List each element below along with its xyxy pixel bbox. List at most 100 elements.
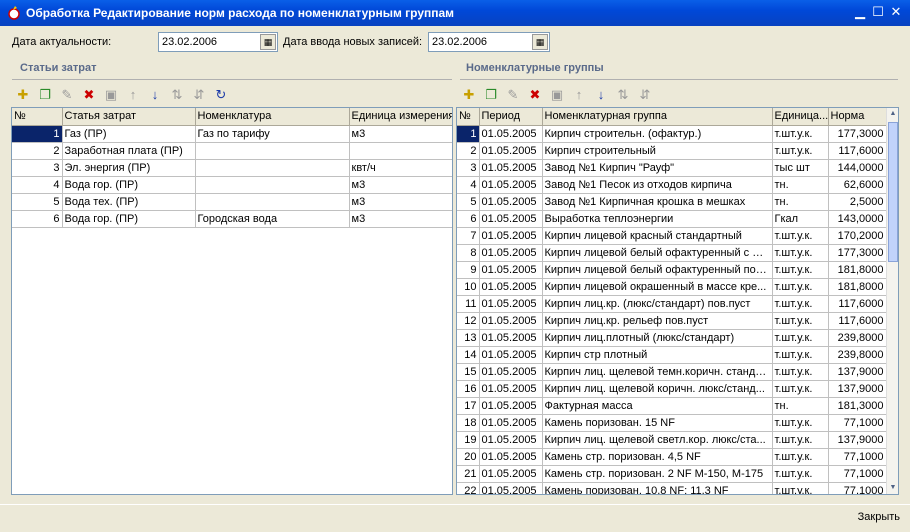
move-up-icon[interactable]: ↑ (124, 86, 142, 104)
table-cell[interactable]: т.шт.у.к. (772, 448, 829, 466)
table-cell[interactable]: 137,9000 (828, 431, 887, 449)
row-number[interactable]: 6 (457, 210, 480, 228)
table-cell[interactable]: 01.05.2005 (479, 193, 543, 211)
table-cell[interactable]: м3 (349, 193, 452, 211)
column-header[interactable]: № (12, 108, 63, 126)
table-row[interactable]: 10 01.05.2005 Кирпич лицевой окрашенный в … (457, 278, 887, 296)
table-row[interactable]: 12 01.05.2005 Кирпич лиц.кр. рельеф пов.пу… (457, 312, 887, 330)
table-row[interactable]: 7 01.05.2005 Кирпич лицевой красный станда… (457, 227, 887, 245)
table-cell[interactable]: Эл. энергия (ПР) (62, 159, 196, 177)
column-header[interactable]: № (457, 108, 480, 126)
nomenclature-groups-grid[interactable]: № Период Номенклатурная группа Единица... Но… (456, 107, 899, 495)
sort-desc-icon[interactable]: ⇵ (636, 86, 654, 104)
sort-asc-icon[interactable]: ⇅ (614, 86, 632, 104)
table-cell[interactable]: 137,9000 (828, 380, 887, 398)
table-cell[interactable]: Гкал (772, 210, 829, 228)
row-number[interactable]: 6 (12, 210, 63, 228)
table-cell[interactable]: 170,2000 (828, 227, 887, 245)
column-header[interactable]: Статья затрат (62, 108, 196, 126)
row-number[interactable]: 5 (457, 193, 480, 211)
table-cell[interactable]: квт/ч (349, 159, 452, 177)
row-number[interactable]: 4 (12, 176, 63, 194)
table-cell[interactable]: Кирпич лиц. щелевой коричн. люкс/станд..… (542, 380, 773, 398)
table-row[interactable]: 6 Вода гор. (ПР) Городская вода м3 (12, 210, 452, 228)
table-cell[interactable]: Газ (ПР) (62, 125, 196, 143)
table-row[interactable]: 6 01.05.2005 Выработка теплоэнергии Гкал 143… (457, 210, 887, 228)
table-cell[interactable]: Вода гор. (ПР) (62, 210, 196, 228)
delete-icon[interactable]: ✖ (526, 86, 544, 104)
table-row[interactable]: 16 01.05.2005 Кирпич лиц. щелевой коричн. … (457, 380, 887, 398)
title-bar[interactable]: Обработка Редактирование норм расхода по… (0, 0, 910, 26)
table-cell[interactable]: Вода тех. (ПР) (62, 193, 196, 211)
sort-asc-icon[interactable]: ⇅ (168, 86, 186, 104)
table-cell[interactable]: 77,1000 (828, 465, 887, 483)
table-cell[interactable]: Камень стр. поризован. 2 NF М-150, М-175 (542, 465, 773, 483)
table-row[interactable]: 11 01.05.2005 Кирпич лиц.кр. (люкс/стандар… (457, 295, 887, 313)
refresh-icon[interactable]: ↻ (212, 86, 230, 104)
table-cell[interactable] (195, 159, 350, 177)
row-number[interactable]: 14 (457, 346, 480, 364)
table-cell[interactable]: 77,1000 (828, 482, 887, 494)
table-cell[interactable]: Завод №1 Кирпичная крошка в мешках (542, 193, 773, 211)
scroll-up-icon[interactable]: ▲ (887, 108, 898, 120)
table-cell[interactable]: т.шт.у.к. (772, 329, 829, 347)
table-cell[interactable]: 143,0000 (828, 210, 887, 228)
table-cell[interactable]: 01.05.2005 (479, 380, 543, 398)
table-row[interactable]: 1 01.05.2005 Кирпич строительн. (офактур.)… (457, 125, 887, 143)
move-up-icon[interactable]: ↑ (570, 86, 588, 104)
entry-date-input[interactable]: 23.02.2006 ▦ (428, 32, 550, 52)
table-row[interactable]: 3 Эл. энергия (ПР) квт/ч (12, 159, 452, 177)
table-cell[interactable]: Кирпич стр плотный (542, 346, 773, 364)
table-cell[interactable]: 01.05.2005 (479, 278, 543, 296)
table-cell[interactable]: т.шт.у.к. (772, 244, 829, 262)
row-number[interactable]: 16 (457, 380, 480, 398)
move-down-icon[interactable]: ↓ (592, 86, 610, 104)
table-cell[interactable]: Фактурная масса (542, 397, 773, 415)
table-cell[interactable]: Кирпич лицевой белый офактуренный с ф... (542, 244, 773, 262)
row-number[interactable]: 9 (457, 261, 480, 279)
table-cell[interactable]: тн. (772, 193, 829, 211)
copy-icon[interactable]: ❐ (482, 86, 500, 104)
table-cell[interactable]: 01.05.2005 (479, 448, 543, 466)
add-icon[interactable]: ✚ (14, 86, 32, 104)
row-number[interactable]: 2 (457, 142, 480, 160)
table-cell[interactable]: 181,8000 (828, 278, 887, 296)
table-row[interactable]: 2 Заработная плата (ПР) (12, 142, 452, 160)
delete-icon[interactable]: ✖ (80, 86, 98, 104)
row-number[interactable]: 1 (457, 125, 480, 143)
table-cell[interactable]: 01.05.2005 (479, 295, 543, 313)
table-cell[interactable]: тн. (772, 397, 829, 415)
table-row[interactable]: 19 01.05.2005 Кирпич лиц. щелевой светл.ко… (457, 431, 887, 449)
table-cell[interactable]: Кирпич лиц. щелевой светл.кор. люкс/ста.… (542, 431, 773, 449)
table-cell[interactable]: Кирпич лицевой окрашенный в массе кре... (542, 278, 773, 296)
table-row[interactable]: 2 01.05.2005 Кирпич строительный т.шт.у.к. 1… (457, 142, 887, 160)
table-cell[interactable]: т.шт.у.к. (772, 227, 829, 245)
column-header[interactable]: Единица... (772, 108, 829, 126)
table-cell[interactable]: 01.05.2005 (479, 465, 543, 483)
table-cell[interactable]: Кирпич строительн. (офактур.) (542, 125, 773, 143)
row-number[interactable]: 4 (457, 176, 480, 194)
row-number[interactable]: 2 (12, 142, 63, 160)
table-cell[interactable]: 01.05.2005 (479, 414, 543, 432)
table-cell[interactable]: 01.05.2005 (479, 482, 543, 494)
table-cell[interactable]: т.шт.у.к. (772, 312, 829, 330)
table-row[interactable]: 3 01.05.2005 Завод №1 Кирпич "Рауф" тыс шт 1… (457, 159, 887, 177)
table-cell[interactable]: т.шт.у.к. (772, 295, 829, 313)
column-header[interactable]: Номенклатурная группа (542, 108, 773, 126)
row-number[interactable]: 22 (457, 482, 480, 494)
table-cell[interactable]: т.шт.у.к. (772, 482, 829, 494)
table-row[interactable]: 8 01.05.2005 Кирпич лицевой белый офактуре… (457, 244, 887, 262)
table-cell[interactable]: 177,3000 (828, 125, 887, 143)
table-cell[interactable]: т.шт.у.к. (772, 414, 829, 432)
add-icon[interactable]: ✚ (460, 86, 478, 104)
close-button[interactable]: Закрыть (858, 511, 900, 523)
column-header[interactable]: Единица измерения (349, 108, 452, 126)
table-row[interactable]: 18 01.05.2005 Камень поризован. 15 NF т.шт.… (457, 414, 887, 432)
table-cell[interactable]: Заработная плата (ПР) (62, 142, 196, 160)
sort-desc-icon[interactable]: ⇵ (190, 86, 208, 104)
move-down-icon[interactable]: ↓ (146, 86, 164, 104)
table-cell[interactable]: Камень поризован. 15 NF (542, 414, 773, 432)
table-cell[interactable]: м3 (349, 176, 452, 194)
table-row[interactable]: 5 Вода тех. (ПР) м3 (12, 193, 452, 211)
table-cell[interactable]: т.шт.у.к. (772, 431, 829, 449)
